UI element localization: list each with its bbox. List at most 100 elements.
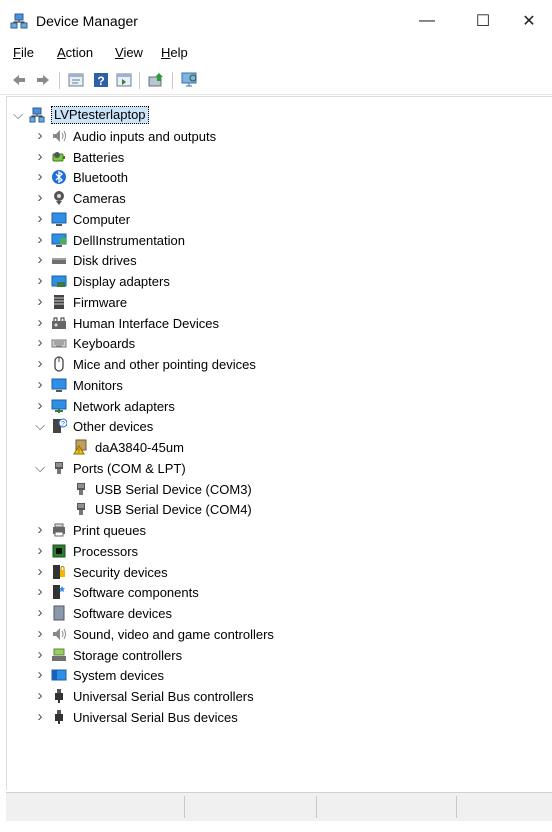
expand-chevron-icon[interactable]: › [33,251,47,269]
close-button[interactable]: ✕ [506,0,552,42]
expand-chevron-icon[interactable]: › [33,604,47,622]
expand-chevron-icon[interactable]: › [33,148,47,166]
tree-category[interactable]: › Firmware [7,292,547,312]
expand-chevron-icon[interactable]: › [33,127,47,145]
tree-item-label: System devices [73,668,165,684]
tree-category[interactable]: › System devices [7,665,547,685]
tree-category[interactable]: › Cameras [7,188,547,208]
properties-icon[interactable] [67,71,85,89]
expand-chevron-icon[interactable]: › [33,542,47,560]
expand-chevron-icon[interactable]: › [33,563,47,581]
menu-file[interactable]: File [13,45,34,60]
tree-category[interactable]: › Network adapters [7,396,547,416]
tree-category[interactable]: › Human Interface Devices [7,313,547,333]
device-manager-icon [10,13,28,29]
tree-category[interactable]: › Display adapters [7,271,547,291]
tree-category[interactable]: › Disk drives [7,250,547,270]
tree-category[interactable]: › Computer [7,209,547,229]
usb-icon [55,709,63,724]
collapse-chevron-icon[interactable]: ⌵ [33,417,47,435]
tree-item-label: Universal Serial Bus controllers [73,689,254,704]
collapse-chevron-icon[interactable]: ⌵ [11,106,25,124]
tree-category[interactable]: › Storage controllers [7,645,547,665]
menu-view[interactable]: View [115,45,143,60]
tree-item-label: USB Serial Device (COM3) [95,481,252,497]
unknown-device-icon: ? [53,418,67,434]
device-tree[interactable]: ⌵ LVPtesterlaptop › Audio inputs and output… [6,96,552,790]
tree-category[interactable]: › Batteries [7,147,547,167]
tree-category[interactable]: ⌵ Ports (COM & LPT) [7,458,547,478]
expand-chevron-icon[interactable]: › [33,708,47,726]
tree-category[interactable]: › Processors [7,541,547,561]
tree-item-label: DellInstrumentation [73,232,185,248]
help-icon[interactable]: ? [92,71,110,89]
minimize-button[interactable]: — [404,0,450,42]
tree-item-label: Processors [73,543,139,559]
tree-item-label: Computer [73,211,131,227]
forward-icon[interactable] [34,71,52,89]
software-component-icon [53,585,65,600]
tree-item-label: Security devices [73,564,168,580]
details-icon[interactable] [115,71,133,89]
expand-chevron-icon[interactable]: › [33,625,47,643]
system-devices-icon [51,669,67,681]
tree-root[interactable]: ⌵ LVPtesterlaptop [7,105,547,125]
menu-help[interactable]: Help [161,45,188,60]
title-bar: Device Manager — ☐ ✕ [0,0,552,42]
tree-category[interactable]: › Software devices [7,603,547,623]
expand-chevron-icon[interactable]: › [33,314,47,332]
expand-chevron-icon[interactable]: › [33,376,47,394]
expand-chevron-icon[interactable]: › [33,355,47,373]
maximize-button[interactable]: ☐ [460,0,506,42]
port-icon [77,503,85,516]
tree-category[interactable]: › Software components [7,582,547,602]
expand-chevron-icon[interactable]: › [33,397,47,415]
expand-chevron-icon[interactable]: › [33,189,47,207]
keyboard-icon [51,339,67,348]
tree-category[interactable]: › Mice and other pointing devices [7,354,547,374]
update-driver-icon[interactable] [147,71,165,89]
tree-category[interactable]: › Print queues [7,520,547,540]
tree-device[interactable]: ! daA3840-45um [7,437,547,457]
tree-item-label: Monitors [73,377,123,393]
tree-category[interactable]: › Bluetooth [7,167,547,187]
expand-chevron-icon[interactable]: › [33,231,47,249]
tree-category[interactable]: ⌵? Other devices [7,416,547,436]
tree-item-label: Software components [73,585,199,601]
tree-device[interactable]: USB Serial Device (COM3) [7,479,547,499]
tree-category[interactable]: › Security devices [7,562,547,582]
expand-chevron-icon[interactable]: › [33,687,47,705]
display-adapter-icon [51,275,67,287]
expand-chevron-icon[interactable]: › [33,293,47,311]
port-icon [55,461,63,474]
expand-chevron-icon[interactable]: › [33,521,47,539]
expand-chevron-icon[interactable]: › [33,210,47,228]
tree-category[interactable]: › Monitors [7,375,547,395]
menu-action[interactable]: Action [57,45,93,60]
tree-item-label: daA3840-45um [95,440,184,455]
tree-item-label: Cameras [73,191,126,206]
tree-category[interactable]: › Keyboards [7,333,547,353]
expand-chevron-icon[interactable]: › [33,334,47,352]
tree-category[interactable]: › DellInstrumentation [7,230,547,250]
expand-chevron-icon[interactable]: › [33,666,47,684]
back-icon[interactable] [10,71,28,89]
expand-chevron-icon[interactable]: › [33,272,47,290]
scan-hardware-icon[interactable] [180,71,198,89]
tree-category[interactable]: › Universal Serial Bus devices [7,707,547,727]
tree-device[interactable]: USB Serial Device (COM4) [7,499,547,519]
svg-text:?: ? [61,421,65,428]
collapse-chevron-icon[interactable]: ⌵ [33,459,47,477]
expand-chevron-icon[interactable]: › [33,168,47,186]
tree-category[interactable]: › Audio inputs and outputs [7,126,547,146]
tree-category[interactable]: › Sound, video and game controllers [7,624,547,644]
tree-item-label: Firmware [73,294,128,310]
maximize-icon: ☐ [475,13,491,30]
tree-category[interactable]: › Universal Serial Bus controllers [7,686,547,706]
expand-chevron-icon[interactable]: › [33,583,47,601]
speaker-icon [53,129,66,142]
svg-text:?: ? [97,74,104,88]
expand-chevron-icon[interactable]: › [33,646,47,664]
status-separator [316,796,317,818]
storage-controller-icon [52,648,66,661]
